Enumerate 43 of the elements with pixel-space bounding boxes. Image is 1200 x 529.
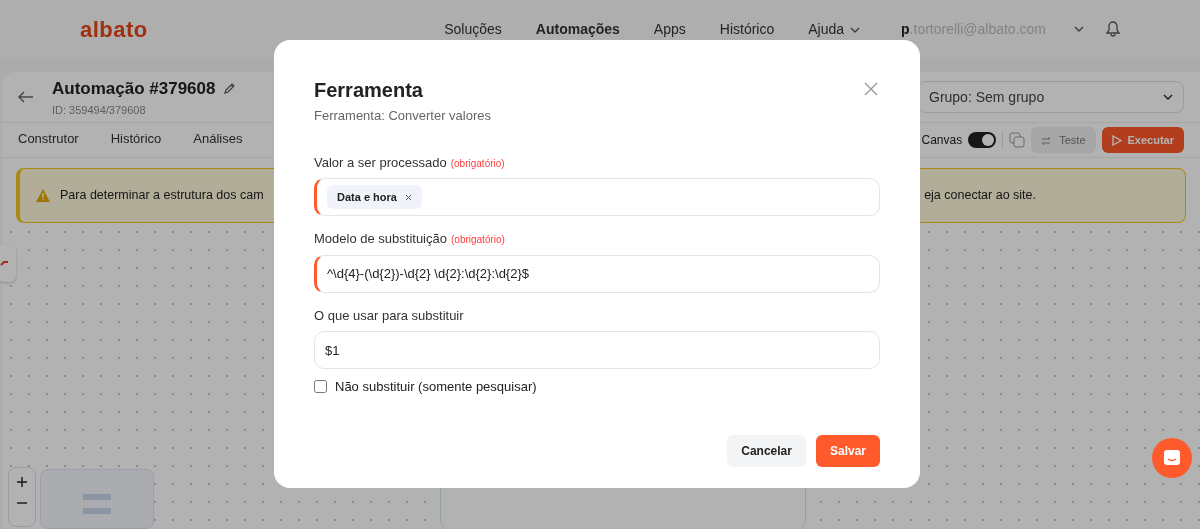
tab[interactable]: Histórico bbox=[110, 123, 162, 157]
back-arrow-icon[interactable] bbox=[18, 91, 34, 103]
modal-title: Ferramenta bbox=[314, 78, 423, 102]
tag[interactable]: Data e hora bbox=[327, 184, 422, 210]
nav-link[interactable]: Soluções bbox=[427, 18, 519, 40]
canvas-label: Canvas bbox=[921, 132, 963, 149]
field-label: Valor a ser processado bbox=[314, 154, 447, 170]
warning-icon bbox=[36, 189, 50, 202]
check-icon bbox=[0, 258, 10, 268]
alert-text: Para determinar a estrutura dos cam bbox=[60, 187, 264, 205]
bell-icon[interactable] bbox=[1106, 21, 1120, 37]
nav-link[interactable]: Histórico bbox=[702, 18, 792, 40]
tab[interactable]: Construtor bbox=[18, 123, 79, 157]
field-label: Modelo de substituição bbox=[314, 231, 447, 246]
required-note: (obrigatório) bbox=[451, 234, 505, 245]
chat-icon bbox=[1163, 449, 1181, 467]
automation-id: ID: 359494/379608 bbox=[52, 102, 147, 118]
checkbox[interactable] bbox=[314, 380, 327, 394]
alert-text: eja conectar ao site. bbox=[924, 187, 1036, 205]
zoom-in-icon[interactable] bbox=[17, 477, 27, 487]
cancel-button[interactable]: Cancelar bbox=[727, 434, 806, 467]
node-card[interactable] bbox=[0, 244, 16, 282]
tag-input-field[interactable]: Data e hora bbox=[314, 178, 880, 216]
modal-subtitle: Ferramenta: Converter valores bbox=[314, 107, 492, 125]
nav-link[interactable]: Ajuda bbox=[791, 18, 878, 40]
play-icon bbox=[1111, 135, 1122, 147]
nav-link[interactable]: Apps bbox=[636, 18, 703, 40]
toggle-switch[interactable] bbox=[968, 132, 997, 148]
swap-arrows-icon bbox=[1041, 135, 1052, 146]
remove-icon[interactable] bbox=[404, 194, 412, 202]
input-field[interactable]: ^\d{4}-(\d{2})-\d{2} \d{2}:\d{2}:\d{2}$ bbox=[314, 254, 880, 293]
required-note: (obrigatório) bbox=[450, 157, 505, 169]
caret-icon bbox=[1163, 94, 1173, 100]
pencil-icon[interactable] bbox=[223, 82, 237, 96]
nav-link[interactable]: Automações bbox=[518, 18, 637, 40]
node-lines-icon bbox=[83, 494, 111, 516]
caret-icon[interactable] bbox=[1074, 26, 1084, 32]
close-icon[interactable] bbox=[864, 82, 878, 96]
tab[interactable]: Análises bbox=[193, 123, 243, 157]
checkbox-label: Não substituir (somente pesquisar) bbox=[335, 378, 537, 396]
automation-title: Automação #379608 bbox=[52, 78, 216, 100]
field-label: O que usar para substituir bbox=[314, 307, 464, 323]
input-field[interactable]: $1 bbox=[314, 331, 880, 369]
